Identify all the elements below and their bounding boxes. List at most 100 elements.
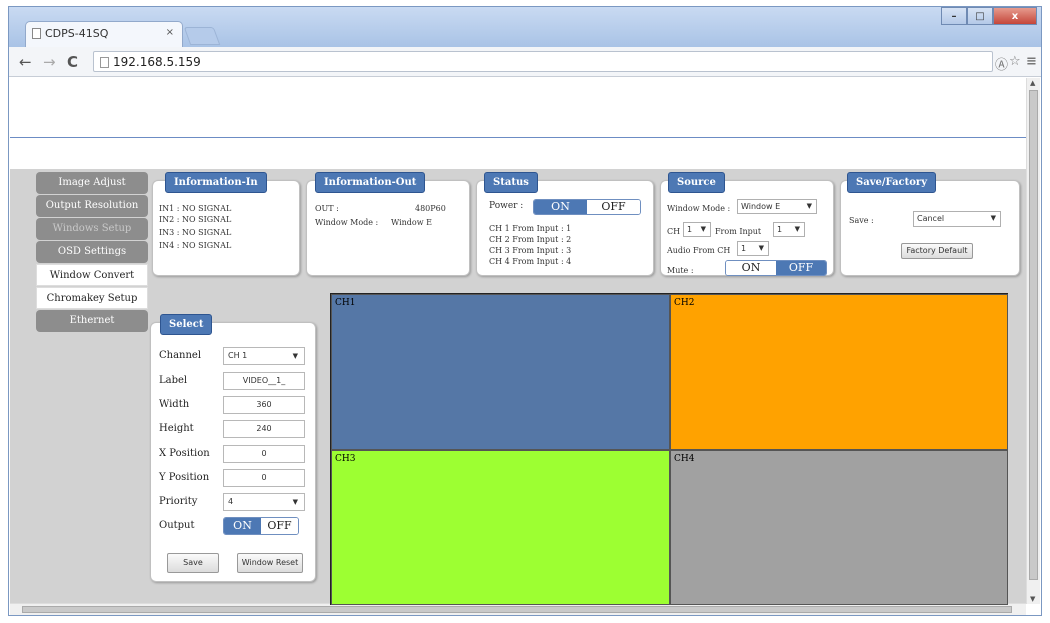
window-reset-button[interactable]: Window Reset — [237, 553, 303, 573]
menu-image-adjust[interactable]: Image Adjust — [36, 172, 148, 194]
scroll-thumb[interactable] — [1029, 90, 1038, 580]
information-out-panel: OUT : 480P60 Window Mode : Window E — [306, 180, 470, 276]
output-toggle[interactable]: ON OFF — [223, 517, 299, 535]
in4-line: IN4 : NO SIGNAL — [159, 241, 232, 250]
y-position-label: Y Position — [159, 472, 210, 483]
channel-1-window[interactable]: CH1 — [331, 294, 670, 450]
channel-4-window[interactable]: CH4 — [670, 450, 1008, 605]
status-title: Status — [484, 172, 538, 193]
save-button[interactable]: Save — [167, 553, 219, 573]
ch4-label: CH4 — [674, 454, 695, 464]
channel-label: Channel — [159, 350, 202, 361]
channel-row: Channel CH 1 ▼ — [159, 347, 309, 367]
audio-from-ch-label: Audio From CH — [667, 246, 731, 255]
source-window-mode-select[interactable]: Window E ▼ — [737, 199, 817, 214]
in2-line: IN2 : NO SIGNAL — [159, 215, 232, 224]
x-position-label: X Position — [159, 448, 210, 459]
from-input-select[interactable]: 1 ▼ — [773, 222, 805, 237]
tab-title: CDPS-41SQ — [45, 27, 109, 40]
source-panel: Window Mode : Window E ▼ CH 1 ▼ From Input… — [660, 180, 834, 276]
output-off-option[interactable]: OFF — [261, 518, 298, 534]
width-input[interactable]: 360 — [223, 396, 305, 414]
select-panel: Channel CH 1 ▼ Label VIDEO__1_ Width 360 … — [150, 322, 316, 582]
audio-from-ch-select[interactable]: 1 ▼ — [737, 241, 769, 256]
translate-icon[interactable]: Ⓐ — [995, 54, 1008, 73]
window-mode-label: Window Mode : — [315, 218, 379, 227]
ch1-label: CH1 — [335, 298, 356, 308]
y-position-row: Y Position 0 — [159, 469, 309, 489]
y-position-input[interactable]: 0 — [223, 469, 305, 487]
menu-window-convert[interactable]: Window Convert — [36, 264, 148, 286]
address-bar[interactable]: 192.168.5.159 — [93, 51, 993, 72]
mute-on-option[interactable]: ON — [726, 261, 776, 275]
label-row: Label VIDEO__1_ — [159, 372, 309, 392]
window-preview: CH1 CH2 CH3 CH4 — [330, 293, 1008, 605]
channel-select[interactable]: CH 1 ▼ — [223, 347, 305, 365]
tab-close-icon[interactable]: × — [166, 27, 174, 38]
select-title: Select — [160, 314, 213, 335]
source-ch-select[interactable]: 1 ▼ — [683, 222, 711, 237]
scroll-down-icon[interactable]: ▼ — [1030, 595, 1035, 603]
ch3-label: CH3 — [335, 454, 356, 464]
menu-chromakey-setup[interactable]: Chromakey Setup — [36, 287, 148, 309]
ch2-label: CH2 — [674, 298, 695, 308]
menu-output-resolution[interactable]: Output Resolution — [36, 195, 148, 217]
save-select[interactable]: Cancel ▼ — [913, 211, 1001, 227]
output-label: Output — [159, 520, 195, 531]
mute-off-option[interactable]: OFF — [776, 261, 826, 275]
channel-3-window[interactable]: CH3 — [331, 450, 670, 605]
title-bar: CDPS-41SQ × – □ x — [9, 7, 1041, 47]
power-label: Power : — [489, 201, 524, 211]
scroll-up-icon[interactable]: ▲ — [1030, 79, 1035, 87]
output-on-option[interactable]: ON — [224, 518, 261, 534]
label-input[interactable]: VIDEO__1_ — [223, 372, 305, 390]
source-ch-label: CH — [667, 227, 681, 236]
reload-icon[interactable]: C — [67, 53, 78, 71]
bookmark-star-icon[interactable]: ☆ — [1009, 54, 1021, 69]
priority-select[interactable]: 4 ▼ — [223, 493, 305, 511]
forward-icon[interactable]: → — [43, 53, 56, 71]
mute-toggle[interactable]: ON OFF — [725, 260, 827, 276]
out-label: OUT : — [315, 204, 339, 213]
height-row: Height 240 — [159, 420, 309, 440]
status-panel: Power : ON OFF CH 1 From Input : 1 CH 2 … — [476, 180, 654, 276]
output-row: Output ON OFF — [159, 517, 309, 537]
power-on-option[interactable]: ON — [534, 200, 587, 214]
new-tab-button[interactable] — [183, 27, 221, 45]
ch2-input-line: CH 2 From Input : 2 — [489, 235, 572, 244]
x-position-input[interactable]: 0 — [223, 445, 305, 463]
height-label: Height — [159, 423, 194, 434]
maximize-button[interactable]: □ — [967, 7, 993, 25]
priority-row: Priority 4 ▼ — [159, 493, 309, 513]
power-toggle[interactable]: ON OFF — [533, 199, 641, 215]
power-off-option[interactable]: OFF — [587, 200, 640, 214]
sidebar-menu: Image Adjust Output Resolution Windows S… — [36, 172, 148, 333]
out-value: 480P60 — [415, 204, 446, 213]
minimize-button[interactable]: – — [941, 7, 967, 25]
ch4-input-line: CH 4 From Input : 4 — [489, 257, 572, 266]
browser-toolbar: ← → C 192.168.5.159 Ⓐ ☆ ≡ — [9, 47, 1041, 77]
menu-windows-setup[interactable]: Windows Setup — [36, 218, 148, 240]
from-input-label: From Input — [715, 227, 762, 236]
back-icon[interactable]: ← — [19, 53, 32, 71]
vertical-scrollbar[interactable]: ▲ ▼ — [1026, 78, 1040, 604]
x-position-row: X Position 0 — [159, 445, 309, 465]
ch1-input-line: CH 1 From Input : 1 — [489, 224, 572, 233]
menu-ethernet[interactable]: Ethernet — [36, 310, 148, 332]
save-factory-panel: Save : Cancel ▼ Factory Default — [840, 180, 1020, 276]
window-controls: – □ x — [941, 7, 1037, 25]
menu-icon[interactable]: ≡ — [1026, 54, 1037, 69]
source-window-mode-label: Window Mode : — [667, 204, 731, 213]
width-row: Width 360 — [159, 396, 309, 416]
window-mode-value: Window E — [391, 218, 432, 227]
in3-line: IN3 : NO SIGNAL — [159, 228, 232, 237]
information-in-panel: IN1 : NO SIGNAL IN2 : NO SIGNAL IN3 : NO… — [152, 180, 300, 276]
factory-default-button[interactable]: Factory Default — [901, 243, 973, 259]
browser-tab[interactable]: CDPS-41SQ × — [25, 21, 183, 47]
close-window-button[interactable]: x — [993, 7, 1037, 25]
menu-osd-settings[interactable]: OSD Settings — [36, 241, 148, 263]
channel-2-window[interactable]: CH2 — [670, 294, 1008, 450]
height-input[interactable]: 240 — [223, 420, 305, 438]
h-scroll-thumb[interactable] — [22, 606, 1012, 613]
save-factory-title: Save/Factory — [847, 172, 937, 193]
